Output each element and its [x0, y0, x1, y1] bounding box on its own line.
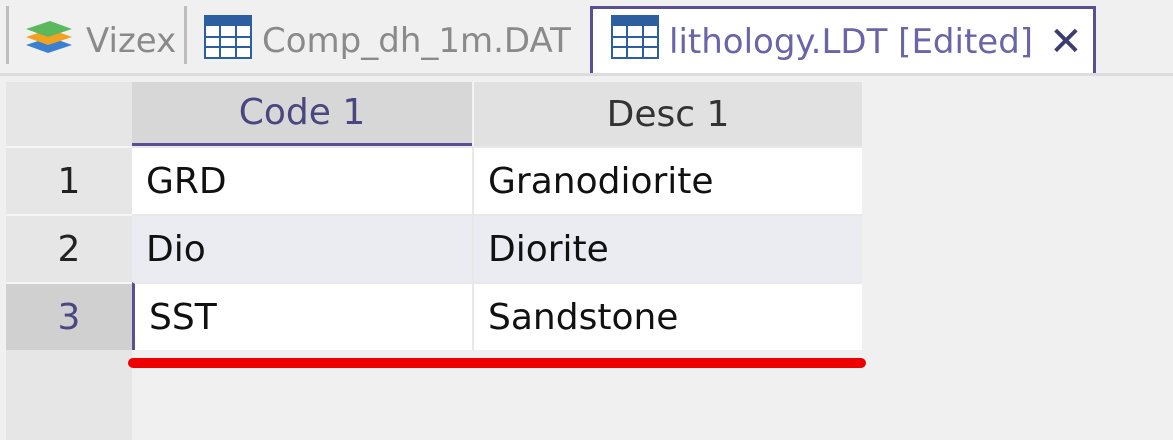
row-header[interactable]: 2: [6, 214, 132, 282]
red-underline-annotation: [128, 358, 866, 368]
grid-corner[interactable]: [6, 82, 132, 146]
close-icon[interactable]: ✕: [1049, 22, 1083, 62]
tab-separator: [184, 6, 187, 64]
tab-comp-dh[interactable]: Comp_dh_1m.DAT: [204, 8, 571, 74]
tab-label: Vizex: [86, 21, 177, 61]
table-cell-desc[interactable]: Granodiorite: [472, 146, 862, 214]
table-cell-desc[interactable]: Sandstone: [472, 282, 862, 350]
table-cell-desc[interactable]: Diorite: [472, 214, 862, 282]
tab-label: lithology.LDT [Edited]: [669, 21, 1034, 62]
table-icon: [204, 14, 252, 68]
table-icon: [611, 15, 659, 68]
row-header-empty: [6, 350, 132, 440]
tab-label: Comp_dh_1m.DAT: [262, 21, 571, 61]
table-cell-code[interactable]: Dio: [132, 214, 472, 282]
row-header[interactable]: 1: [6, 146, 132, 214]
tab-strip: Vizex Comp_dh_1m.DAT lithology.LDT [Edit…: [0, 0, 1173, 76]
column-header-desc[interactable]: Desc 1: [472, 82, 862, 146]
table-cell-code[interactable]: SST: [132, 282, 472, 350]
column-header-code[interactable]: Code 1: [132, 82, 472, 146]
tab-separator: [6, 6, 9, 64]
layers-icon: [22, 15, 76, 68]
tab-lithology[interactable]: lithology.LDT [Edited] ✕: [590, 6, 1096, 74]
tab-strip-divider: [0, 73, 1173, 76]
row-header[interactable]: 3: [6, 282, 132, 350]
table-cell-code[interactable]: GRD: [132, 146, 472, 214]
tab-vizex[interactable]: Vizex: [22, 8, 176, 74]
